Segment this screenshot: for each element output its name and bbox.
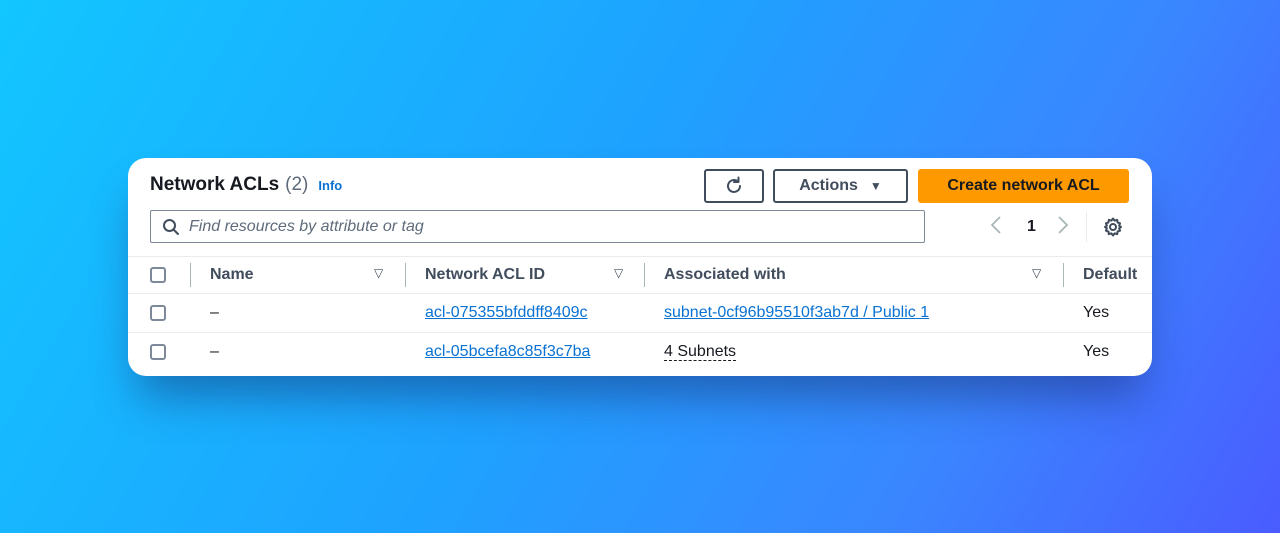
create-network-acl-button[interactable]: Create network ACL <box>918 169 1129 203</box>
refresh-icon <box>727 176 741 193</box>
search-input[interactable] <box>189 217 909 236</box>
previous-page-icon[interactable] <box>990 215 1002 240</box>
panel-header: Network ACLs (2) Info Actions ▼ Create n… <box>128 158 1152 214</box>
caret-down-icon: ▼ <box>869 179 882 193</box>
column-header-associated-with[interactable]: Associated with <box>664 266 786 284</box>
actions-dropdown-button[interactable]: Actions ▼ <box>773 169 908 203</box>
info-link[interactable]: Info <box>318 178 342 193</box>
panel-title-text: Network ACLs <box>150 174 280 195</box>
refresh-button[interactable] <box>704 169 764 203</box>
resource-count: (2) <box>285 174 309 195</box>
column-divider[interactable] <box>405 263 406 287</box>
column-divider <box>190 263 191 287</box>
pager-divider <box>1086 212 1087 242</box>
cell-default: Yes <box>1083 343 1110 360</box>
current-page-number[interactable]: 1 <box>1027 218 1036 236</box>
cell-associated-link[interactable]: subnet-0cf96b95510f3ab7d / Public 1 <box>664 304 929 322</box>
column-divider[interactable] <box>644 263 645 287</box>
column-header-network-acl-id[interactable]: Network ACL ID <box>425 266 545 284</box>
cell-associated-popover[interactable]: 4 Subnets <box>664 343 737 361</box>
select-all-checkbox[interactable] <box>150 267 166 283</box>
cell-acl-id-link[interactable]: acl-075355bfddff8409c <box>425 304 588 322</box>
create-label: Create network ACL <box>947 177 1100 194</box>
column-header-name[interactable]: Name <box>210 266 254 284</box>
sort-icon[interactable]: ▽ <box>374 266 383 280</box>
column-header-default[interactable]: Default <box>1083 266 1137 284</box>
gear-icon[interactable] <box>1103 217 1123 237</box>
cell-default: Yes <box>1083 304 1110 321</box>
table-header: Name ▽ Network ACL ID ▽ Associated with … <box>128 256 1152 294</box>
cell-name: – <box>210 304 219 321</box>
next-page-icon[interactable] <box>1057 215 1069 240</box>
search-icon <box>162 218 180 236</box>
sort-icon[interactable]: ▽ <box>1032 266 1041 280</box>
sort-icon[interactable]: ▽ <box>614 266 623 280</box>
search-bar[interactable] <box>150 210 925 243</box>
cell-acl-id-link[interactable]: acl-05bcefa8c85f3c7ba <box>425 343 590 361</box>
row-checkbox[interactable] <box>150 305 166 321</box>
table-row[interactable]: – acl-05bcefa8c85f3c7ba 4 Subnets Yes <box>128 333 1152 372</box>
table-row[interactable]: – acl-075355bfddff8409c subnet-0cf96b955… <box>128 294 1152 333</box>
network-acls-panel: Network ACLs (2) Info Actions ▼ Create n… <box>128 158 1152 376</box>
row-checkbox[interactable] <box>150 344 166 360</box>
panel-title: Network ACLs (2) Info <box>150 174 342 196</box>
cell-name: – <box>210 343 219 360</box>
actions-label: Actions <box>799 177 858 194</box>
column-divider[interactable] <box>1063 263 1064 287</box>
